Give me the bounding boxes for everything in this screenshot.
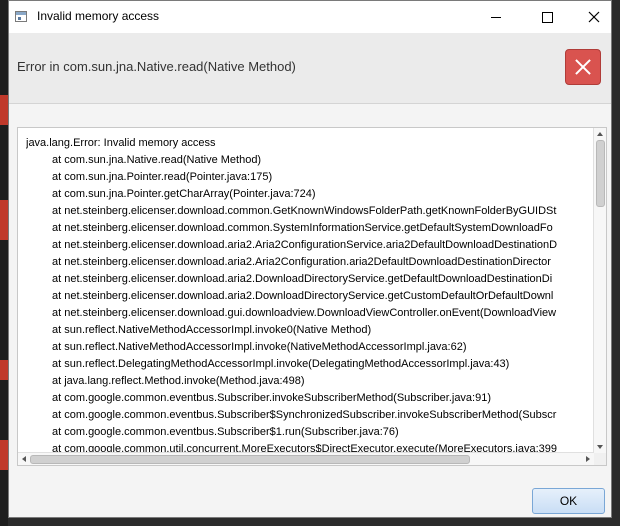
horizontal-scroll-thumb[interactable] <box>30 455 470 464</box>
stack-trace-line: at sun.reflect.NativeMethodAccessorImpl.… <box>52 324 372 336</box>
stack-trace-line: at sun.reflect.DelegatingMethodAccessorI… <box>52 358 510 370</box>
stack-trace-line: at sun.reflect.NativeMethodAccessorImpl.… <box>52 341 467 353</box>
background-app-strip <box>0 440 8 470</box>
scroll-left-icon[interactable] <box>22 456 26 462</box>
close-icon <box>588 11 600 23</box>
dialog-header: Error in com.sun.jna.Native.read(Native … <box>9 33 611 104</box>
stack-trace-area[interactable]: java.lang.Error: Invalid memory access at… <box>17 127 607 466</box>
stack-trace-text[interactable]: java.lang.Error: Invalid memory access at… <box>26 135 594 453</box>
error-x-icon <box>565 49 601 85</box>
close-button[interactable] <box>571 1 617 33</box>
stack-trace-line: at net.steinberg.elicenser.download.aria… <box>52 290 554 302</box>
stack-trace-line: at com.google.common.eventbus.Subscriber… <box>52 426 399 438</box>
scroll-down-icon[interactable] <box>597 445 603 449</box>
stack-trace-line: at net.steinberg.elicenser.download.aria… <box>52 239 558 251</box>
window-title: Invalid memory access <box>37 9 160 23</box>
horizontal-scrollbar[interactable] <box>18 452 594 465</box>
scroll-up-icon[interactable] <box>597 132 603 136</box>
minimize-icon <box>491 16 501 18</box>
stack-trace-line: at net.steinberg.elicenser.download.gui.… <box>52 307 557 319</box>
scroll-right-icon[interactable] <box>586 456 590 462</box>
error-message: Error in com.sun.jna.Native.read(Native … <box>17 59 296 74</box>
stack-trace-line: java.lang.Error: Invalid memory access <box>26 137 216 149</box>
stack-trace-line: at com.sun.jna.Pointer.read(Pointer.java… <box>52 171 273 183</box>
vertical-scrollbar[interactable] <box>593 128 606 453</box>
stack-trace-line: at java.lang.reflect.Method.invoke(Metho… <box>52 375 305 387</box>
error-dialog: Invalid memory access Error in com.sun.j… <box>8 0 612 518</box>
stack-trace-line: at net.steinberg.elicenser.download.comm… <box>52 222 553 234</box>
scroll-corner <box>594 453 606 465</box>
background-app-strip <box>0 95 8 125</box>
stack-trace-line: at net.steinberg.elicenser.download.aria… <box>52 256 551 268</box>
maximize-icon <box>541 11 553 23</box>
stack-trace-line: at com.google.common.eventbus.Subscriber… <box>52 392 492 404</box>
dialog-content: Error in com.sun.jna.Native.read(Native … <box>9 33 611 517</box>
window-app-icon <box>15 11 27 22</box>
stack-trace-line: at net.steinberg.elicenser.download.comm… <box>52 205 557 217</box>
minimize-button[interactable] <box>473 1 519 33</box>
title-bar[interactable]: Invalid memory access <box>9 1 611 33</box>
maximize-button[interactable] <box>524 1 570 33</box>
vertical-scroll-thumb[interactable] <box>596 140 605 207</box>
stack-trace-line: at com.google.common.eventbus.Subscriber… <box>52 409 557 421</box>
stack-trace-line: at com.sun.jna.Pointer.getCharArray(Poin… <box>52 188 316 200</box>
background-app-strip <box>0 360 8 380</box>
background-app-strip <box>0 200 8 240</box>
stack-trace-line: at com.sun.jna.Native.read(Native Method… <box>52 154 262 166</box>
ok-button[interactable]: OK <box>532 488 605 514</box>
stack-trace-line: at net.steinberg.elicenser.download.aria… <box>52 273 553 285</box>
